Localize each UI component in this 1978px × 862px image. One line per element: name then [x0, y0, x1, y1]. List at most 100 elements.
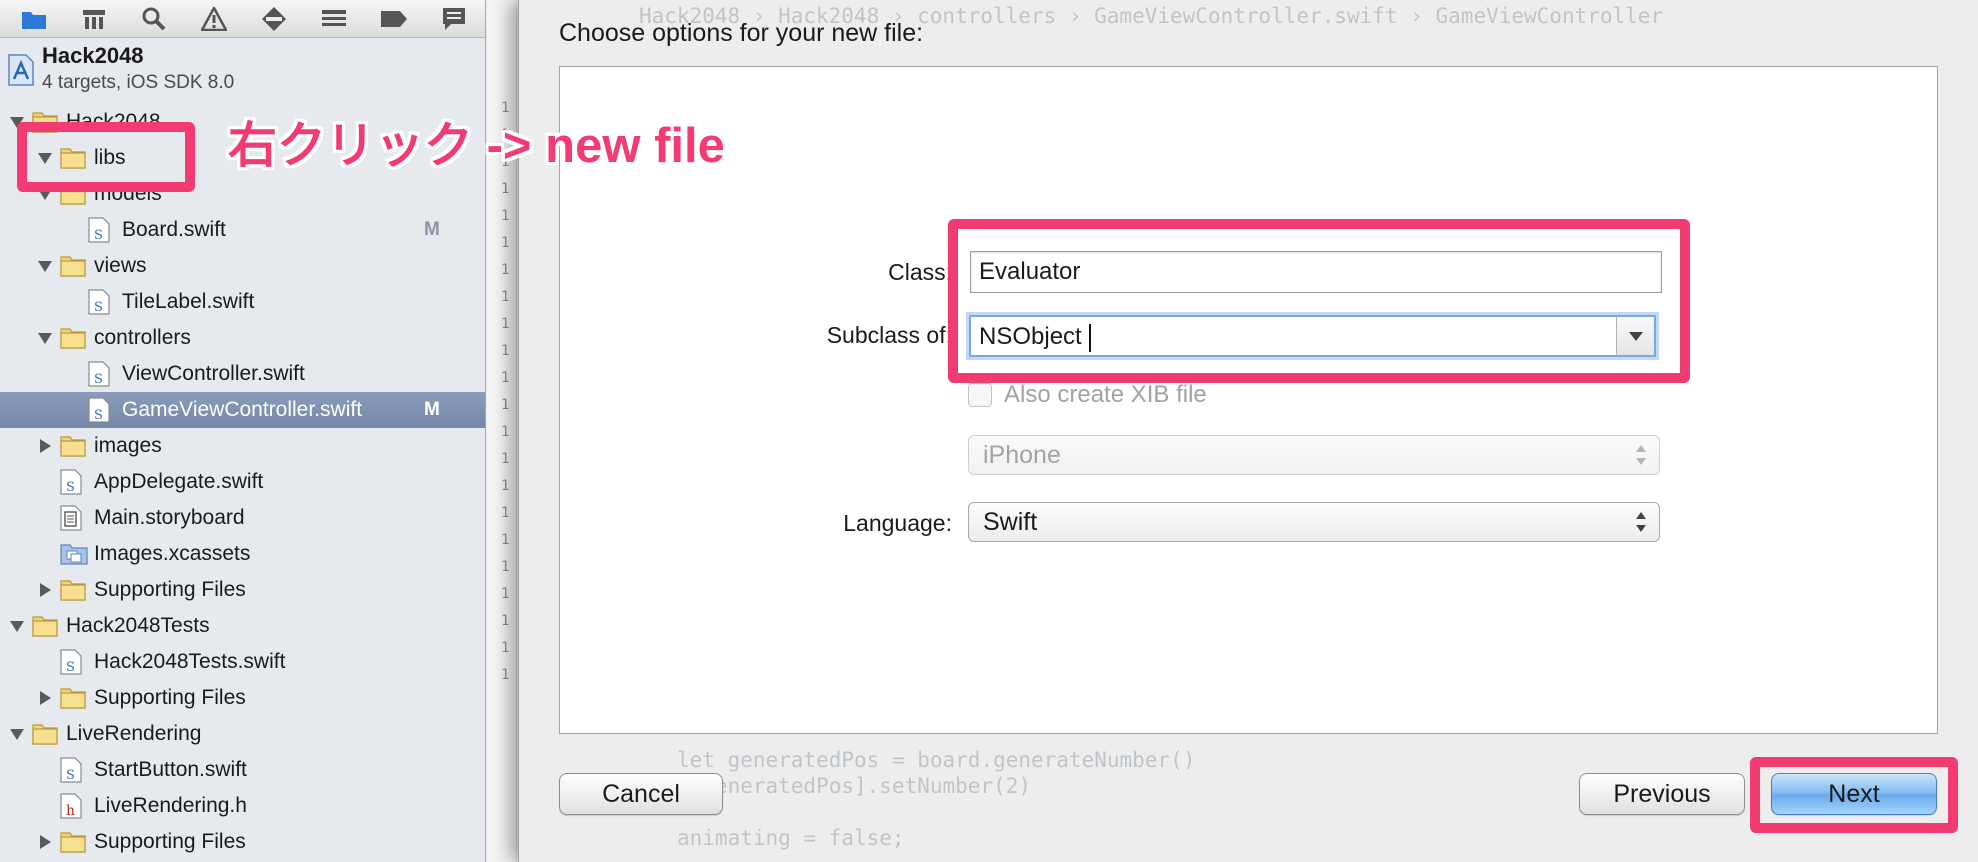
hierarchy-icon[interactable] [64, 0, 124, 38]
svg-text:S: S [66, 660, 75, 675]
tree-folder-row[interactable]: Supporting Files [0, 680, 485, 716]
language-value: Swift [983, 508, 1038, 536]
language-label: Language: [843, 510, 952, 536]
line-number: 1 [501, 613, 510, 629]
folder-icon [60, 685, 86, 711]
svg-text:S: S [94, 408, 103, 423]
previous-button[interactable]: Previous [1579, 773, 1745, 815]
folder-icon [60, 253, 86, 279]
tree-file-row[interactable]: Main.storyboard [0, 500, 485, 536]
tree-item-label: Board.swift [122, 218, 226, 241]
tree-file-row[interactable]: S Hack2048Tests.swift [0, 644, 485, 680]
header-file-icon: h [60, 793, 86, 819]
tree-item-label: GameViewController.swift [122, 398, 363, 421]
line-number: 1 [501, 532, 510, 548]
tree-item-label: AppDelegate.swift [94, 470, 264, 493]
storyboard-icon [60, 505, 86, 531]
language-popup[interactable]: Swift [968, 502, 1660, 542]
folder-icon [60, 577, 86, 603]
folder-icon [60, 829, 86, 855]
folder-icon [32, 613, 58, 639]
search-icon[interactable] [124, 0, 184, 38]
tree-item-label: views [94, 254, 147, 277]
tree-folder-row[interactable]: LiveRendering [0, 716, 485, 752]
tree-file-row[interactable]: S Board.swift M [0, 212, 485, 248]
project-subtitle: 4 targets, iOS SDK 8.0 [42, 72, 235, 93]
line-number: 1 [501, 343, 510, 359]
swift-file-icon: S [60, 649, 86, 675]
tree-folder-row[interactable]: Supporting Files [0, 572, 485, 608]
cancel-button[interactable]: Cancel [559, 773, 723, 815]
code-ghost-line: animating = false; [677, 826, 905, 850]
line-number: 1 [501, 316, 510, 332]
disclosure-collapsed-icon[interactable] [36, 833, 54, 851]
log-icon[interactable] [424, 0, 484, 38]
disclosure-expanded-icon[interactable] [36, 257, 54, 275]
tree-item-label: Supporting Files [94, 578, 246, 601]
line-number: 1 [501, 181, 510, 197]
disclosure-collapsed-icon[interactable] [36, 581, 54, 599]
tag-icon[interactable] [364, 0, 424, 38]
project-root[interactable]: Hack2048 4 targets, iOS SDK 8.0 [0, 40, 485, 100]
folder-icon[interactable] [4, 0, 64, 38]
svg-text:S: S [66, 768, 75, 783]
disclosure-collapsed-icon[interactable] [36, 437, 54, 455]
disclosure-collapsed-icon[interactable] [36, 689, 54, 707]
list-icon[interactable] [304, 0, 364, 38]
code-ghost-line: let generatedPos = board.generateNumber(… [677, 748, 1196, 772]
tree-item-label: TileLabel.swift [122, 290, 255, 313]
line-number: 1 [501, 559, 510, 575]
project-file-icon [8, 54, 34, 86]
options-panel [559, 66, 1938, 734]
tree-file-row[interactable]: S GameViewController.swift M [0, 392, 485, 428]
tree-folder-row[interactable]: images [0, 428, 485, 464]
tree-file-row[interactable]: S TileLabel.swift [0, 284, 485, 320]
svg-text:h: h [66, 803, 75, 819]
scm-status-badge: M [424, 399, 440, 420]
folder-icon [32, 721, 58, 747]
tree-item-label: Hack2048Tests [66, 614, 210, 637]
sheet-title: Choose options for your new file: [559, 19, 924, 47]
warning-icon[interactable] [184, 0, 244, 38]
tree-item-label: Hack2048Tests.swift [94, 650, 286, 673]
tree-item-label: images [94, 434, 162, 457]
device-popup[interactable]: iPhone [968, 435, 1660, 475]
line-number: 1 [501, 397, 510, 413]
swift-file-icon: S [88, 289, 114, 315]
disclosure-expanded-icon[interactable] [36, 329, 54, 347]
xib-label: Also create XIB file [1004, 381, 1207, 408]
scm-status-badge: M [424, 219, 440, 240]
tree-file-row[interactable]: S AppDelegate.swift [0, 464, 485, 500]
tree-item-label: LiveRendering [66, 722, 202, 745]
svg-text:S: S [94, 372, 103, 387]
tree-folder-row[interactable]: views [0, 248, 485, 284]
tree-file-row[interactable]: S ViewController.swift [0, 356, 485, 392]
highlight-class-fields [948, 219, 1690, 383]
swift-file-icon: S [60, 469, 86, 495]
line-number: 1 [501, 208, 510, 224]
asset-catalog-icon [60, 541, 88, 567]
tree-folder-row[interactable]: controllers [0, 320, 485, 356]
folder-icon [60, 433, 86, 459]
xib-checkbox[interactable] [968, 383, 992, 407]
swift-file-icon: S [88, 397, 114, 423]
tree-file-row[interactable]: S StartButton.swift [0, 752, 485, 788]
tree-file-row[interactable]: Images.xcassets [0, 536, 485, 572]
line-number: 1 [501, 505, 510, 521]
breakpoint-icon[interactable] [244, 0, 304, 38]
tree-folder-row[interactable]: Hack2048Tests [0, 608, 485, 644]
tree-item-label: StartButton.swift [94, 758, 247, 781]
disclosure-expanded-icon[interactable] [8, 725, 26, 743]
highlight-next-button [1750, 757, 1958, 833]
disclosure-expanded-icon[interactable] [8, 617, 26, 635]
tree-folder-row[interactable]: Supporting Files [0, 824, 485, 860]
tree-item-label: controllers [94, 326, 191, 349]
device-value: iPhone [983, 441, 1061, 469]
tree-item-label: Supporting Files [94, 686, 246, 709]
swift-file-icon: S [88, 217, 114, 243]
tree-file-row[interactable]: h LiveRendering.h [0, 788, 485, 824]
line-number: 1 [501, 451, 510, 467]
line-number: 1 [501, 424, 510, 440]
line-number: 1 [501, 370, 510, 386]
updown-arrows-icon [1636, 445, 1646, 465]
